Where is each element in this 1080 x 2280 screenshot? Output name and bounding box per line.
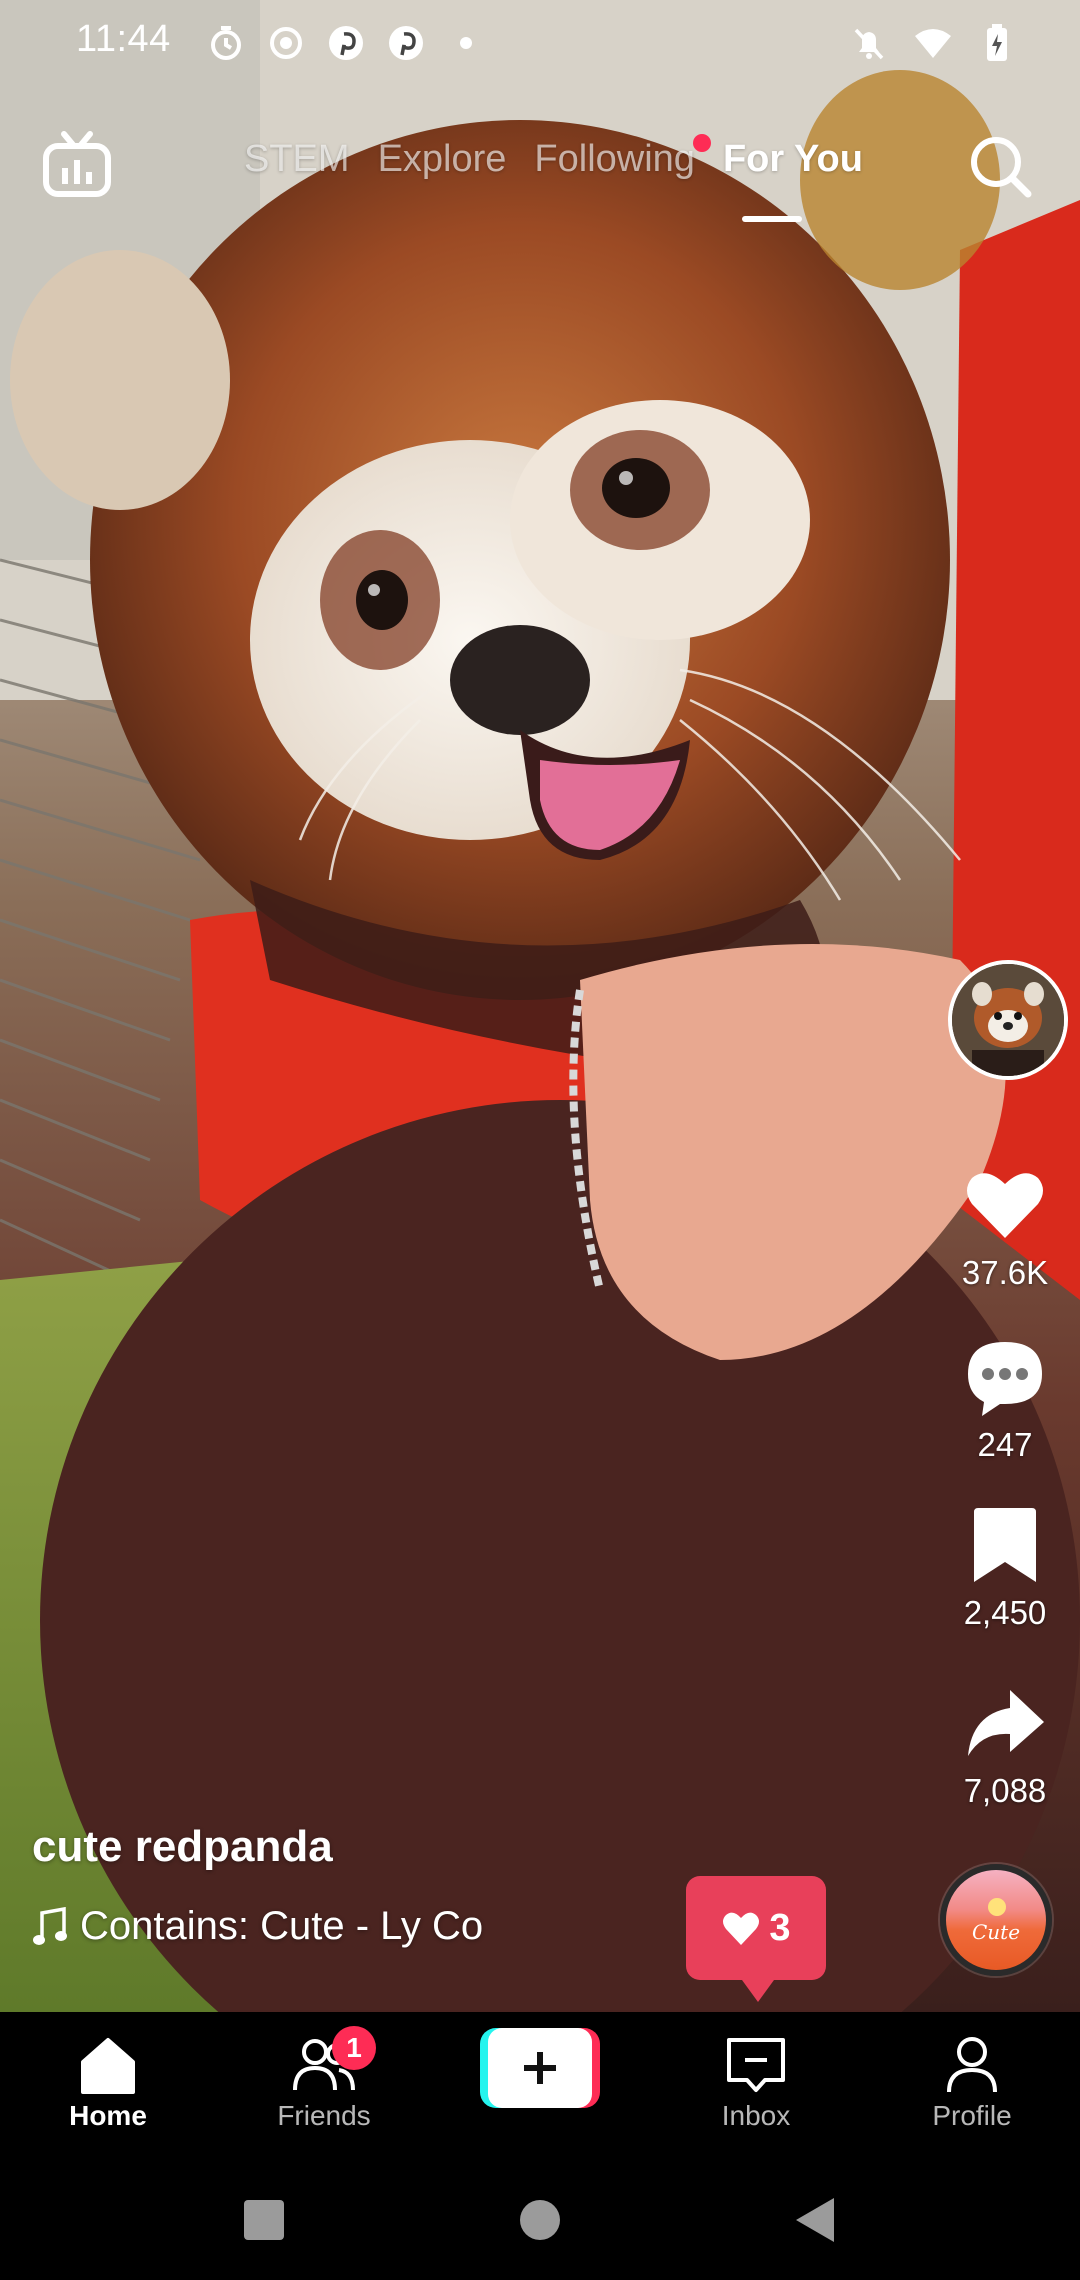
create-post-button[interactable] [480, 2028, 600, 2108]
plus-icon [524, 2052, 556, 2084]
music-disc-label: Cute [971, 1920, 1021, 1944]
record-icon [265, 22, 307, 64]
tab-stem[interactable]: STEM [244, 138, 350, 181]
nav-profile-label: Profile [932, 2100, 1012, 2131]
status-notification-icons [205, 22, 487, 64]
profile-icon [947, 2037, 997, 2093]
comment-icon [968, 1342, 1042, 1416]
comment-count: 247 [977, 1426, 1033, 1463]
notifications-off-icon [848, 22, 890, 64]
inbox-icon [727, 2038, 785, 2092]
nav-home[interactable]: Home [28, 2032, 188, 2132]
back-triangle-icon [796, 2198, 834, 2242]
nav-friends[interactable]: 1 Friends [244, 2026, 404, 2132]
creator-username[interactable]: cute redpanda [32, 1822, 333, 1872]
live-tv-button[interactable] [40, 128, 114, 202]
live-tv-icon [43, 131, 111, 197]
sound-link[interactable]: Contains: Cute - Ly Co [32, 1904, 540, 1949]
battery-charging-icon [976, 22, 1018, 64]
heart-icon [967, 1173, 1043, 1238]
status-system-icons [848, 22, 1018, 64]
tab-following-label: Following [534, 138, 695, 180]
tab-for-you[interactable]: For You [723, 138, 863, 181]
recents-button[interactable] [234, 2190, 294, 2250]
search-icon [971, 137, 1032, 198]
comment-button[interactable]: 247 [930, 1332, 1080, 1464]
pinterest-icon [385, 22, 427, 64]
status-bar: 11:44 [0, 0, 1080, 86]
sun-icon [988, 1898, 1006, 1916]
nav-inbox[interactable]: Inbox [676, 2032, 836, 2132]
home-circle-icon [520, 2200, 560, 2240]
like-count: 37.6K [961, 1254, 1049, 1291]
video-caption: cute redpanda [32, 1822, 333, 1872]
like-notification-bubble[interactable]: 3 [686, 1876, 826, 2002]
dot-icon [445, 22, 487, 64]
video-player[interactable] [0, 0, 1080, 2012]
bookmark-count: 2,450 [963, 1594, 1047, 1631]
music-disc-button[interactable]: Cute [940, 1864, 1052, 1976]
music-note-icon [33, 1906, 67, 1945]
status-time: 11:44 [76, 18, 171, 60]
search-button[interactable] [964, 130, 1036, 202]
back-button[interactable] [786, 2190, 846, 2250]
tab-following[interactable]: Following [534, 134, 711, 181]
timer-icon [205, 22, 247, 64]
share-count: 7,088 [963, 1772, 1047, 1809]
heart-icon [723, 1912, 760, 1945]
bottom-nav: Home 1 Friends Inbox Profile [0, 2012, 1080, 2158]
system-navigation-bar [0, 2158, 1080, 2280]
creator-avatar[interactable] [948, 960, 1068, 1080]
friends-badge: 1 [332, 2026, 376, 2070]
tab-explore[interactable]: Explore [378, 138, 507, 181]
new-content-dot [692, 134, 711, 152]
feed-top-nav: STEM Explore Following For You [0, 120, 1080, 230]
feed-tabs: STEM Explore Following For You [244, 134, 863, 181]
share-arrow-icon [968, 1690, 1044, 1756]
like-bubble-count: 3 [769, 1906, 791, 1949]
nav-home-label: Home [69, 2100, 147, 2131]
video-frame-red-panda [0, 0, 1080, 2012]
bookmark-button[interactable]: 2,450 [930, 1500, 1080, 1632]
red-panda-avatar-image [952, 964, 1064, 1076]
pinterest-icon [325, 22, 367, 64]
recents-square-icon [244, 2200, 284, 2240]
create-button-face [488, 2028, 592, 2108]
share-button[interactable]: 7,088 [930, 1678, 1080, 1810]
home-icon [81, 2038, 135, 2094]
like-button[interactable]: 37.6K [930, 1160, 1080, 1292]
nav-friends-label: Friends [277, 2100, 371, 2131]
nav-inbox-label: Inbox [721, 2100, 791, 2131]
active-tab-indicator [742, 216, 802, 222]
wifi-icon [912, 22, 954, 64]
home-system-button[interactable] [510, 2190, 570, 2250]
bookmark-icon [974, 1508, 1036, 1582]
sound-title: Contains: Cute - Ly Co [80, 1904, 484, 1948]
nav-profile[interactable]: Profile [892, 2032, 1052, 2132]
